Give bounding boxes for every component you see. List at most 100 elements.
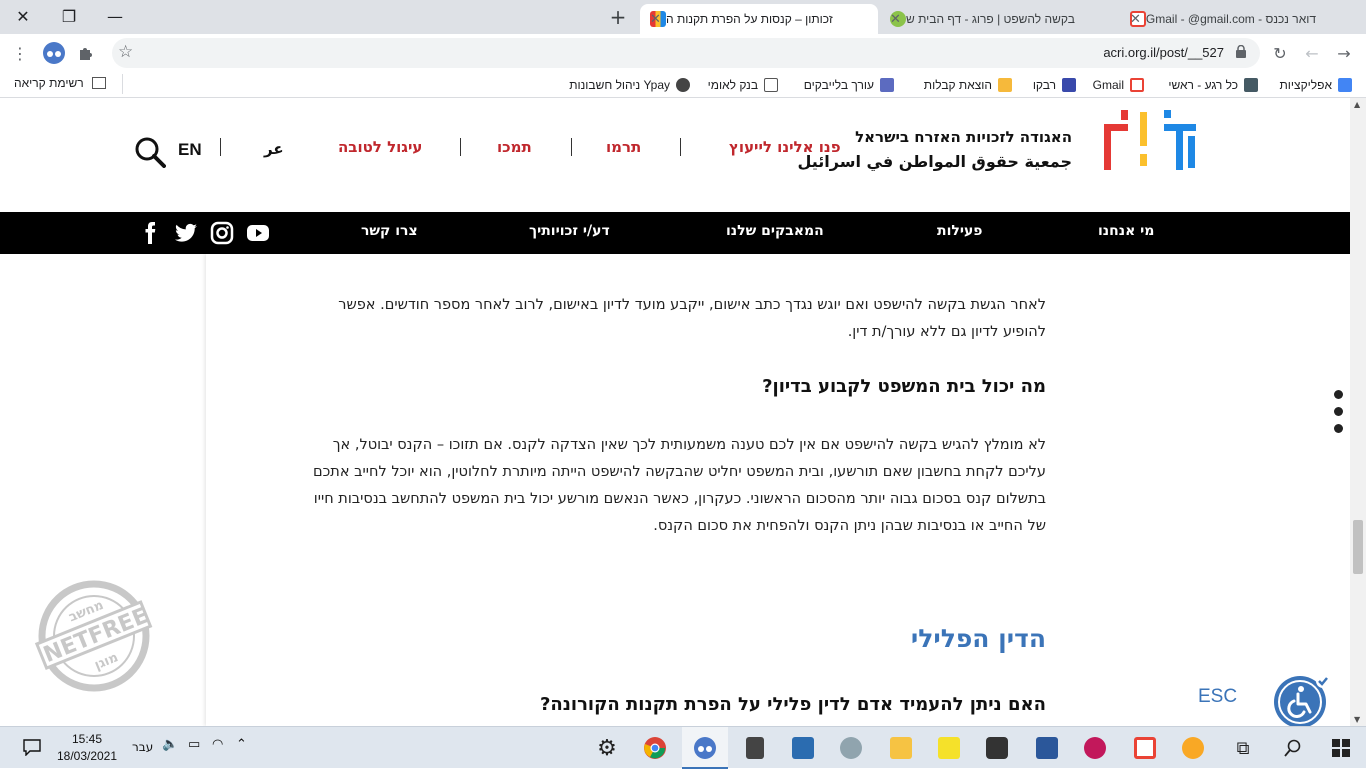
battery-icon[interactable]: ▭ bbox=[188, 737, 200, 752]
nav-contact[interactable]: צרו קשר bbox=[361, 223, 418, 239]
section-heading: הדין הפלילי bbox=[910, 624, 1046, 653]
reload-icon[interactable]: ↻ bbox=[1266, 39, 1294, 67]
url-text: acri.org.il/post/__527 bbox=[1103, 45, 1224, 60]
nav-know-your-rights[interactable]: דע/י זכויותיך bbox=[529, 223, 610, 239]
acri-logo-icon[interactable] bbox=[1102, 110, 1198, 176]
windows-taskbar: 15:45 18/03/2021 עבר 🔈 ▭ ◠ ⌃ ⚙ ⧉ bbox=[0, 726, 1366, 769]
new-tab-button[interactable]: + bbox=[604, 5, 632, 29]
bookmark-kol-rega[interactable]: כל רגע - ראשי bbox=[1168, 76, 1258, 94]
bookmark-label: הוצאת קבלות bbox=[923, 78, 992, 92]
reading-list[interactable]: רשימת קריאה bbox=[14, 74, 123, 94]
browser-tab-strip: ✕ ❐ — + זכותון – קנסות על הפרת תקנות ה ✕… bbox=[0, 0, 1366, 34]
reading-list-icon bbox=[91, 77, 106, 89]
header-separator bbox=[460, 138, 461, 156]
address-bar[interactable]: ☆ acri.org.il/post/__527 bbox=[112, 38, 1260, 68]
word-icon[interactable] bbox=[1032, 733, 1062, 763]
tab-close-icon[interactable]: ✕ bbox=[890, 11, 901, 27]
paint-icon[interactable] bbox=[1080, 733, 1110, 763]
bookmark-label: רבקו bbox=[1032, 78, 1056, 92]
system-clock[interactable]: 15:45 18/03/2021 bbox=[52, 731, 122, 765]
windows-start-icon[interactable] bbox=[1326, 733, 1356, 763]
clock-time: 15:45 bbox=[71, 732, 103, 746]
search-icon[interactable] bbox=[134, 136, 166, 168]
chrome-icon[interactable] bbox=[640, 733, 670, 763]
chevron-up-icon[interactable]: ⌃ bbox=[236, 737, 247, 752]
tab-title: בקשה להשפט | פרוג - דף הבית ש bbox=[906, 12, 1075, 26]
task-view-icon[interactable]: ⧉ bbox=[1228, 733, 1258, 763]
kebab-menu-icon[interactable]: ⋮ bbox=[6, 39, 34, 67]
lock-icon[interactable] bbox=[1236, 44, 1246, 61]
forward-arrow-icon[interactable]: ← bbox=[1298, 39, 1326, 67]
nav-activity[interactable]: פעילות bbox=[937, 223, 983, 239]
tab-title: זכותון – קנסות על הפרת תקנות ה bbox=[666, 12, 833, 26]
bookmark-leumi[interactable]: בנק לאומי bbox=[708, 76, 778, 94]
tab-close-icon[interactable]: ✕ bbox=[650, 11, 661, 27]
tab-acri-fines[interactable]: זכותון – קנסות על הפרת תקנות ה ✕ bbox=[640, 4, 878, 34]
bookmark-separator bbox=[122, 74, 123, 94]
gmail-icon bbox=[1130, 78, 1144, 92]
calculator-icon[interactable] bbox=[740, 733, 770, 763]
tab-court-request[interactable]: בקשה להשפט | פרוג - דף הבית ש ✕ bbox=[880, 4, 1118, 34]
scrollbar-thumb[interactable] bbox=[1353, 520, 1363, 574]
window-minimize-button[interactable]: — bbox=[92, 0, 138, 32]
input-language-indicator[interactable]: עבר bbox=[132, 740, 153, 754]
chrome-profile-app-icon[interactable] bbox=[690, 733, 720, 763]
page-scrollbar[interactable]: ▲ ▼ bbox=[1350, 98, 1366, 726]
briefcase-icon bbox=[998, 78, 1012, 92]
scroll-up-arrow-icon[interactable]: ▲ bbox=[1354, 100, 1360, 109]
bookmark-star-icon[interactable]: ☆ bbox=[118, 42, 133, 62]
bookmark-apps[interactable]: אפליקציות bbox=[1280, 76, 1352, 94]
taskbar-search-icon[interactable] bbox=[1278, 733, 1308, 763]
tab-gmail-inbox[interactable]: דואר נכנס - Gmail - @gmail.com ✕ bbox=[1120, 4, 1358, 34]
bookmark-label: עורך בלייבקים bbox=[803, 78, 874, 92]
camera-icon[interactable] bbox=[982, 733, 1012, 763]
mp3-cutter-icon[interactable] bbox=[788, 733, 818, 763]
tab-close-icon[interactable]: ✕ bbox=[1130, 11, 1141, 27]
header-link-support[interactable]: תמכו bbox=[497, 138, 532, 156]
header-link-donate[interactable]: תרמו bbox=[606, 138, 641, 156]
extensions-puzzle-icon[interactable] bbox=[72, 39, 100, 67]
scroll-down-arrow-icon[interactable]: ▼ bbox=[1354, 715, 1360, 724]
sticky-notes-icon[interactable] bbox=[934, 733, 964, 763]
facebook-icon[interactable] bbox=[138, 221, 162, 245]
header-link-round-up[interactable]: עיגול לטובה bbox=[338, 138, 422, 156]
header-link-consult[interactable]: פנו אלינו לייעוץ bbox=[729, 138, 841, 156]
site-header: האגודה לזכויות האזרח בישראל جمعية حقوق ا… bbox=[0, 98, 1350, 212]
window-close-button[interactable]: ✕ bbox=[0, 0, 46, 32]
bookmark-label: בנק לאומי bbox=[707, 78, 758, 92]
back-arrow-icon[interactable]: → bbox=[1330, 39, 1358, 67]
media-app-icon[interactable] bbox=[836, 733, 866, 763]
youtube-icon[interactable] bbox=[246, 221, 270, 245]
notification-center-icon[interactable] bbox=[22, 738, 42, 756]
volume-icon[interactable]: 🔈 bbox=[162, 737, 178, 752]
window-restore-button[interactable]: ❐ bbox=[46, 0, 92, 32]
bookmark-rivko[interactable]: רבקו bbox=[1033, 76, 1076, 94]
wifi-icon[interactable]: ◠ bbox=[212, 737, 223, 752]
bookmark-label: ניהול חשבונות Ypay bbox=[569, 78, 670, 92]
file-explorer-icon[interactable] bbox=[886, 733, 916, 763]
chrome-canary-icon[interactable] bbox=[1178, 733, 1208, 763]
profile-avatar-icon[interactable] bbox=[40, 39, 68, 67]
apps-grid-icon bbox=[1338, 78, 1352, 92]
language-arabic-link[interactable]: عر bbox=[264, 140, 284, 158]
settings-gear-icon[interactable]: ⚙ bbox=[592, 733, 622, 763]
article-paragraph: לא מומלץ להגיש בקשה להישפט אם אין לכם טע… bbox=[313, 437, 1046, 534]
language-english-link[interactable]: EN bbox=[178, 140, 202, 160]
page-menu-dots-icon[interactable] bbox=[1334, 390, 1344, 441]
bookmark-receipts[interactable]: הוצאת קבלות bbox=[924, 76, 1012, 94]
esc-button[interactable]: ESC bbox=[1198, 686, 1237, 708]
article-paragraph: לאחר הגשת בקשה להישפט ואם יוגש נגדך כתב … bbox=[338, 297, 1046, 340]
nav-about-us[interactable]: מי אנחנו bbox=[1098, 223, 1154, 239]
bookmark-gmail[interactable]: Gmail bbox=[1093, 76, 1144, 94]
reading-list-label: רשימת קריאה bbox=[14, 76, 84, 90]
bookmark-ypay[interactable]: ניהול חשבונות Ypay bbox=[569, 76, 690, 94]
clock-date: 18/03/2021 bbox=[56, 749, 118, 763]
kol-rega-icon bbox=[1244, 78, 1258, 92]
gmail-app-icon[interactable] bbox=[1130, 733, 1160, 763]
accessibility-icon[interactable] bbox=[1272, 672, 1330, 726]
twitter-icon[interactable] bbox=[174, 221, 198, 245]
instagram-icon[interactable] bbox=[210, 221, 234, 245]
main-navigation: מי אנחנו פעילות המאבקים שלנו דע/י זכויות… bbox=[0, 212, 1350, 254]
nav-our-struggles[interactable]: המאבקים שלנו bbox=[726, 223, 824, 239]
bookmark-editor[interactable]: עורך בלייבקים bbox=[804, 76, 894, 94]
